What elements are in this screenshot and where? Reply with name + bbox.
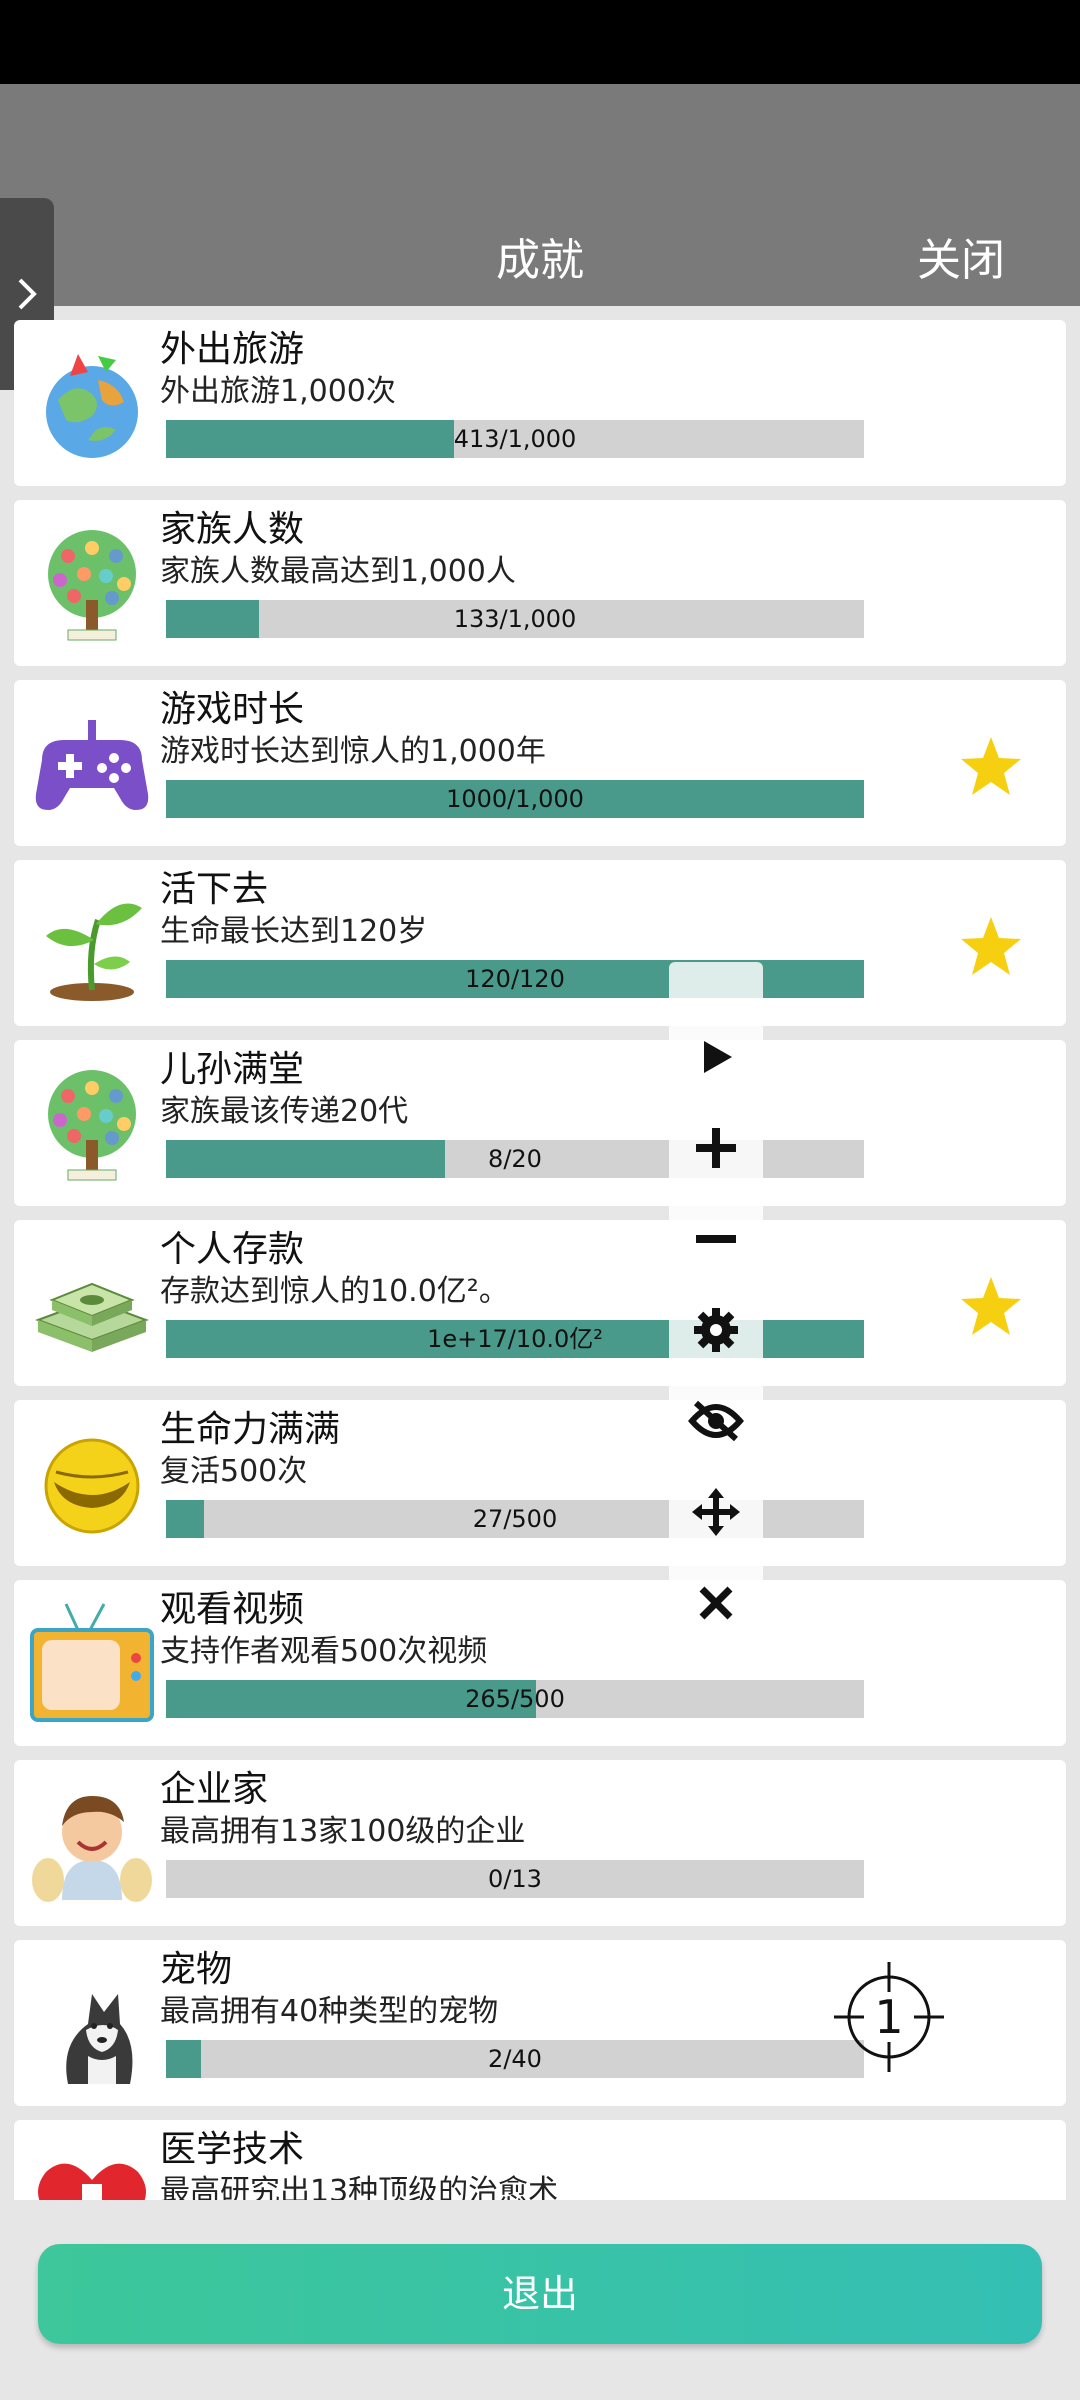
star-icon [961,917,1021,975]
progress-bar: 0/13 [166,1860,864,1898]
achievement-title: 家族人数 [160,509,305,550]
progress-label: 265/500 [465,1685,565,1713]
eye-off-icon [688,1400,744,1442]
achievement-card: 游戏时长 游戏时长达到惊人的1,000年 1000/1,000 [14,680,1066,846]
zoom-out-button[interactable] [669,1204,763,1274]
hide-button[interactable] [669,1386,763,1456]
crosshair-label: 1 [874,1990,903,2044]
header-bar: 成就 关闭 [0,84,1080,306]
achievement-title: 个人存款 [160,1229,305,1270]
achievement-title: 生命力满满 [160,1409,341,1450]
achievement-card: 个人存款 存款达到惊人的10.0亿²。 1e+17/10.0亿² [14,1220,1066,1386]
progress-label: 133/1,000 [453,605,577,633]
family-tree-icon [28,1060,156,1188]
move-icon [692,1488,740,1536]
minus-icon [696,1235,736,1243]
achievement-description: 最高研究出13种顶级的治愈术 [160,2174,559,2200]
smiley-icon [28,1420,156,1548]
play-button[interactable] [669,1022,763,1092]
sprout-icon [28,880,156,1008]
play-icon [704,1041,732,1073]
progress-bar: 265/500 [166,1680,864,1718]
achievement-card: 活下去 生命最长达到120岁 120/120 [14,860,1066,1026]
businessman-icon [28,1780,156,1908]
achievement-title: 企业家 [160,1769,269,1810]
gamepad-icon [28,700,156,828]
achievement-title: 游戏时长 [160,689,305,730]
progress-label: 1000/1,000 [446,785,584,813]
achievement-description: 支持作者观看500次视频 [160,1634,488,1669]
achievement-card: 医学技术 最高研究出13种顶级的治愈术 [14,2120,1066,2200]
close-icon [699,1586,733,1620]
achievement-card: 儿孙满堂 家族最该传递20代 8/20 [14,1040,1066,1206]
zoom-in-button[interactable] [669,1113,763,1183]
achievement-description: 存款达到惊人的10.0亿²。 [160,1274,509,1309]
status-bar [0,0,1080,84]
achievement-card: 观看视频 支持作者观看500次视频 265/500 [14,1580,1066,1746]
money-stack-icon [28,1240,156,1368]
progress-bar: 2/40 [166,2040,864,2078]
achievement-description: 外出旅游1,000次 [160,374,396,409]
globe-icon [28,340,156,468]
plus-icon [696,1128,736,1168]
exit-button[interactable]: 退出 [38,2244,1042,2344]
progress-label: 2/40 [488,2045,542,2073]
achievement-title: 观看视频 [160,1589,305,1630]
gear-icon [694,1308,738,1352]
achievement-description: 复活500次 [160,1454,308,1489]
progress-label: 0/13 [488,1865,542,1893]
progress-bar: 133/1,000 [166,600,864,638]
progress-bar: 413/1,000 [166,420,864,458]
achievement-description: 家族人数最高达到1,000人 [160,554,516,589]
achievement-title: 医学技术 [160,2129,305,2170]
achievement-card: 生命力满满 复活500次 27/500 [14,1400,1066,1566]
achievement-title: 活下去 [160,869,269,910]
achievement-description: 最高拥有40种类型的宠物 [160,1994,499,2029]
achievement-list[interactable]: 外出旅游 外出旅游1,000次 413/1,000 家族人数 家族人数最高达到1… [0,306,1080,2200]
achievement-description: 生命最长达到120岁 [160,914,428,949]
achievement-card: 家族人数 家族人数最高达到1,000人 133/1,000 [14,500,1066,666]
progress-bar: 1000/1,000 [166,780,864,818]
star-icon [961,1277,1021,1335]
close-button[interactable]: 关闭 [917,224,1005,288]
move-button[interactable] [669,1477,763,1547]
progress-label: 413/1,000 [453,425,577,453]
settings-button[interactable] [669,1295,763,1365]
tv-icon [28,1600,156,1728]
close-toolbar-button[interactable] [669,1568,763,1638]
crosshair-icon[interactable]: 1 [834,1962,944,2072]
achievement-description: 最高拥有13家100级的企业 [160,1814,526,1849]
heart-cross-icon [28,2140,156,2200]
achievement-title: 宠物 [160,1949,233,1990]
achievement-description: 游戏时长达到惊人的1,000年 [160,734,546,769]
family-tree-icon [28,520,156,648]
floating-toolbar [669,962,763,1620]
achievement-card: 外出旅游 外出旅游1,000次 413/1,000 [14,320,1066,486]
achievement-title: 外出旅游 [160,329,305,370]
achievement-description: 家族最该传递20代 [160,1094,409,1129]
achievement-title: 儿孙满堂 [160,1049,305,1090]
achievement-card: 企业家 最高拥有13家100级的企业 0/13 [14,1760,1066,1926]
dog-icon [28,1960,156,2088]
star-icon [961,737,1021,795]
